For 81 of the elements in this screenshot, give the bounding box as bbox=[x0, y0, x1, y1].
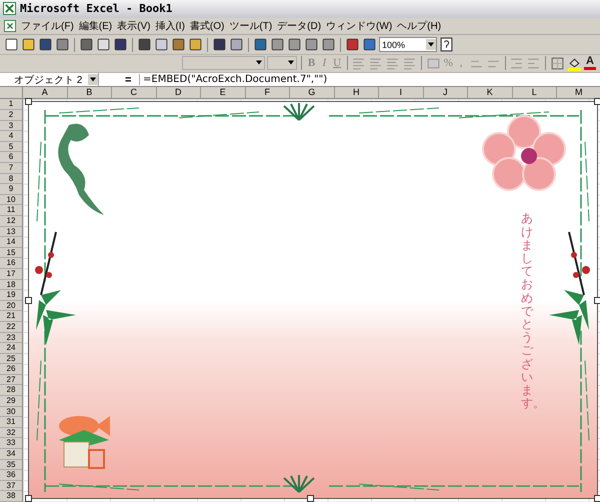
window-title: Microsoft Excel - Book1 bbox=[20, 2, 172, 16]
column-header[interactable]: L bbox=[512, 87, 557, 98]
workbook-icon[interactable] bbox=[4, 20, 16, 32]
column-header[interactable]: F bbox=[246, 87, 290, 98]
row-header[interactable]: 35 bbox=[0, 460, 22, 470]
excel-logo-icon bbox=[3, 2, 16, 16]
row-header[interactable]: 21 bbox=[0, 311, 22, 322]
font-field[interactable] bbox=[182, 56, 265, 70]
formula-label: = bbox=[125, 74, 132, 86]
row-header[interactable]: 3 bbox=[0, 120, 22, 132]
row-header[interactable]: 34 bbox=[0, 449, 22, 460]
column-header[interactable]: H bbox=[334, 87, 379, 98]
menu-item[interactable]: データ(D) bbox=[277, 19, 322, 34]
fill-color-icon[interactable] bbox=[567, 56, 582, 71]
row-header[interactable]: 11 bbox=[0, 205, 22, 216]
row-header[interactable]: 24 bbox=[0, 343, 22, 354]
row-header[interactable]: 22 bbox=[0, 322, 22, 333]
caret-icon[interactable] bbox=[426, 39, 436, 50]
resize-handle[interactable] bbox=[594, 495, 600, 502]
column-header[interactable]: G bbox=[290, 87, 334, 98]
row-header[interactable]: 14 bbox=[0, 237, 22, 248]
row-header[interactable]: 1 bbox=[0, 99, 22, 110]
menu-item[interactable]: ウィンドウ(W) bbox=[326, 19, 392, 34]
row-header[interactable]: 7 bbox=[0, 163, 22, 174]
resize-handle[interactable] bbox=[25, 297, 32, 304]
row-header[interactable]: 36 bbox=[0, 470, 22, 481]
merge-cells-icon[interactable] bbox=[402, 56, 418, 71]
menu-item[interactable]: 編集(E) bbox=[78, 19, 112, 34]
column-header[interactable]: D bbox=[156, 87, 201, 98]
row-header[interactable]: 10 bbox=[0, 194, 22, 206]
column-header[interactable]: J bbox=[424, 87, 468, 98]
column-header[interactable]: E bbox=[201, 87, 246, 98]
row-header[interactable]: 29 bbox=[0, 396, 22, 407]
row-header[interactable]: 19 bbox=[0, 290, 22, 301]
help-icon[interactable] bbox=[439, 37, 454, 52]
row-header[interactable]: 20 bbox=[0, 300, 22, 312]
row-header[interactable]: 32 bbox=[0, 428, 22, 438]
row-header[interactable]: 2 bbox=[0, 110, 22, 121]
column-header[interactable]: B bbox=[68, 87, 112, 98]
borders-icon[interactable] bbox=[550, 56, 566, 71]
row-header[interactable]: 15 bbox=[0, 248, 22, 258]
menu-item[interactable]: 挿入(I) bbox=[155, 19, 185, 34]
row-header[interactable]: 27 bbox=[0, 374, 22, 386]
row-header[interactable]: 18 bbox=[0, 280, 22, 290]
row-header[interactable]: 13 bbox=[0, 226, 22, 238]
row-header[interactable]: 4 bbox=[0, 131, 22, 142]
row-header[interactable]: 16 bbox=[0, 258, 22, 269]
row-header[interactable]: 25 bbox=[0, 354, 22, 364]
row-header[interactable]: 6 bbox=[0, 152, 22, 164]
embedded-card[interactable]: あけましておめでとうございます。 bbox=[28, 101, 598, 500]
font-color-button[interactable]: A bbox=[584, 56, 596, 70]
row-header[interactable]: 23 bbox=[0, 332, 22, 344]
resize-handle[interactable] bbox=[25, 495, 32, 502]
font-size-field[interactable] bbox=[266, 56, 298, 70]
row-header[interactable]: 12 bbox=[0, 216, 22, 227]
row-header[interactable]: 17 bbox=[0, 268, 22, 280]
row-header[interactable]: 5 bbox=[0, 142, 22, 152]
zoom-box[interactable]: 100% bbox=[379, 37, 437, 52]
row-header[interactable]: 9 bbox=[0, 184, 22, 195]
menu-item[interactable]: ファイル(F) bbox=[21, 19, 74, 34]
row-header[interactable]: 33 bbox=[0, 438, 22, 450]
row-header[interactable]: 8 bbox=[0, 174, 22, 184]
row-header[interactable]: 30 bbox=[0, 406, 22, 418]
menu-item[interactable]: ヘルプ(H) bbox=[397, 19, 442, 34]
row-header[interactable]: 28 bbox=[0, 385, 22, 396]
row-header[interactable]: 38 bbox=[0, 491, 22, 502]
row-header[interactable]: 37 bbox=[0, 480, 22, 492]
row-header[interactable]: 31 bbox=[0, 417, 22, 428]
resize-handle[interactable] bbox=[25, 98, 32, 106]
row-header[interactable]: 26 bbox=[0, 364, 22, 375]
column-header[interactable]: C bbox=[112, 87, 156, 98]
column-header[interactable]: I bbox=[379, 87, 424, 98]
menu-item[interactable]: 書式(O) bbox=[190, 19, 224, 34]
menu-item[interactable]: 表示(V) bbox=[117, 19, 150, 34]
resize-handle[interactable] bbox=[594, 297, 600, 304]
caret-icon[interactable] bbox=[88, 74, 98, 86]
menu-item[interactable]: ツール(T) bbox=[229, 19, 272, 34]
resize-handle[interactable] bbox=[307, 495, 314, 502]
formula-field[interactable]: =EMBED("AcroExch.Document.7","") bbox=[139, 74, 600, 86]
column-header[interactable]: K bbox=[468, 87, 512, 98]
resize-handle[interactable] bbox=[594, 98, 600, 106]
